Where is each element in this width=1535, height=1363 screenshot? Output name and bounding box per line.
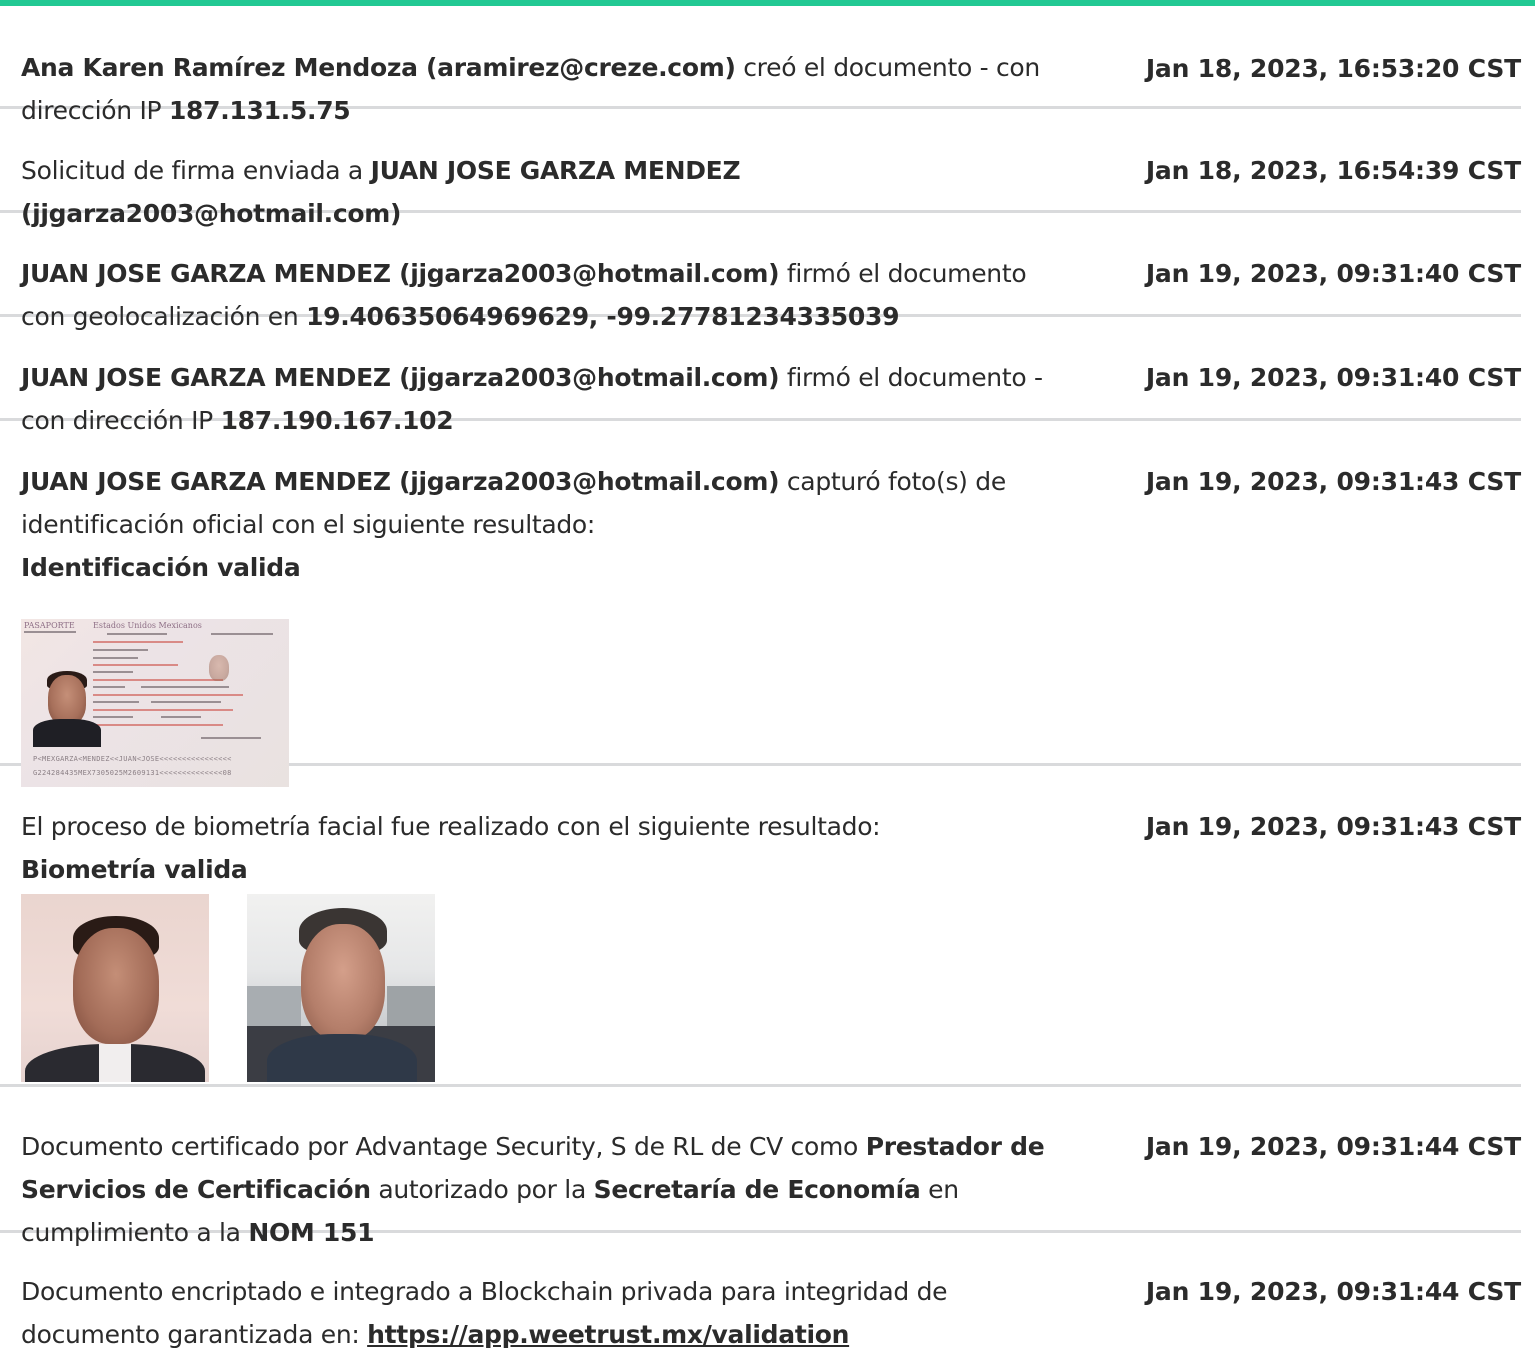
entry-text-bold: Ana Karen Ramírez Mendoza (aramirez@crez… bbox=[21, 53, 736, 82]
entry-timestamp: Jan 19, 2023, 09:31:40 CST bbox=[1145, 259, 1521, 288]
entry-timestamp: Jan 19, 2023, 09:31:43 CST bbox=[1145, 467, 1521, 496]
log-entry-signature-request: Solicitud de firma enviada a JUAN JOSE G… bbox=[0, 109, 1521, 228]
entry-timestamp: Jan 19, 2023, 09:31:43 CST bbox=[1145, 812, 1521, 841]
entry-text-bold: Biometría valida bbox=[21, 855, 248, 884]
entry-text-bold: JUAN JOSE GARZA MENDEZ (jjgarza2003@hotm… bbox=[21, 467, 780, 496]
entry-text: Documento encriptado e integrado a Block… bbox=[21, 1270, 1066, 1356]
passport-country: Estados Unidos Mexicanos bbox=[93, 621, 202, 630]
entry-text-span: Solicitud de firma enviada a bbox=[21, 156, 371, 185]
validation-link[interactable]: https://app.weetrust.mx/validation bbox=[367, 1320, 849, 1349]
entry-text: JUAN JOSE GARZA MENDEZ (jjgarza2003@hotm… bbox=[21, 460, 1066, 589]
entry-timestamp: Jan 18, 2023, 16:53:20 CST bbox=[1145, 54, 1521, 83]
log-entry-created: Ana Karen Ramírez Mendoza (aramirez@crez… bbox=[0, 6, 1521, 125]
log-entry-biometric: El proceso de biometría facial fue reali… bbox=[0, 766, 1521, 1087]
entry-timestamp: Jan 18, 2023, 16:54:39 CST bbox=[1145, 156, 1521, 185]
log-entry-id-capture: JUAN JOSE GARZA MENDEZ (jjgarza2003@hotm… bbox=[0, 421, 1521, 787]
passport-mrz-line-1: P<MEXGARZA<MENDEZ<<JUAN<JOSE<<<<<<<<<<<<… bbox=[33, 755, 232, 763]
log-entry-blockchain: Documento encriptado e integrado a Block… bbox=[0, 1233, 1521, 1363]
entry-text-bold: Secretaría de Economía bbox=[593, 1175, 921, 1204]
entry-text-bold: JUAN JOSE GARZA MENDEZ (jjgarza2003@hotm… bbox=[21, 363, 780, 392]
entry-timestamp: Jan 19, 2023, 09:31:40 CST bbox=[1145, 363, 1521, 392]
entry-timestamp: Jan 19, 2023, 09:31:44 CST bbox=[1145, 1132, 1521, 1161]
entry-text-bold: JUAN JOSE GARZA MENDEZ (jjgarza2003@hotm… bbox=[21, 259, 780, 288]
entry-timestamp: Jan 19, 2023, 09:31:44 CST bbox=[1145, 1277, 1521, 1306]
entry-text-span: El proceso de biometría facial fue reali… bbox=[21, 812, 881, 841]
passport-title: PASAPORTE bbox=[24, 621, 75, 630]
log-entry-certification: Documento certificado por Advantage Secu… bbox=[0, 1087, 1521, 1247]
log-entry-signed-ip: JUAN JOSE GARZA MENDEZ (jjgarza2003@hotm… bbox=[0, 317, 1521, 435]
passport-photo: PASAPORTE Estados Unidos Mexicanos P<MEX… bbox=[21, 619, 289, 787]
entry-text: El proceso de biometría facial fue reali… bbox=[21, 805, 1066, 891]
log-entry-signed-geolocation: JUAN JOSE GARZA MENDEZ (jjgarza2003@hotm… bbox=[0, 213, 1521, 331]
entry-text-bold: Identificación valida bbox=[21, 553, 301, 582]
entry-text-span: Documento certificado por Advantage Secu… bbox=[21, 1132, 866, 1161]
selfie-photo bbox=[247, 894, 435, 1082]
id-face-crop bbox=[21, 894, 209, 1082]
audit-log: Ana Karen Ramírez Mendoza (aramirez@crez… bbox=[0, 6, 1521, 1363]
entry-text-span: autorizado por la bbox=[370, 1175, 594, 1204]
